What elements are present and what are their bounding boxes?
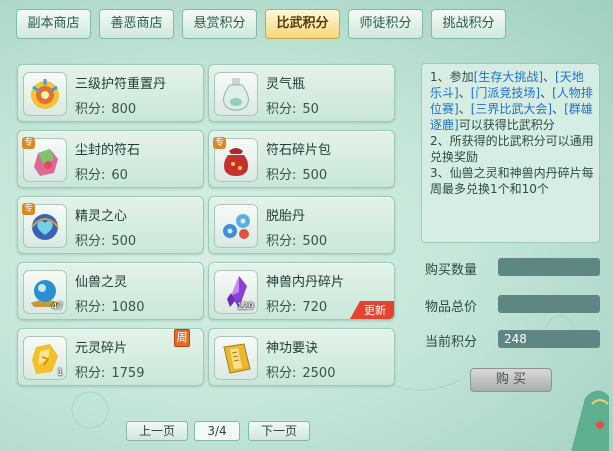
item-name: 脱胎丹 [266, 209, 306, 224]
update-tag: 更新 [350, 301, 394, 319]
item-icon-frame [214, 204, 258, 248]
item-card[interactable]: 专 符石碎片包 积分: 500 [208, 130, 395, 188]
shop-window: 副本商店 善恶商店 悬赏积分 比武积分 师徒积分 挑战积分 三级护符重置丹 积分… [0, 0, 613, 451]
item-icon-frame: 专 [22, 137, 67, 182]
quantity-label: 购买数量 [425, 263, 478, 278]
item-icon-frame: 1 [23, 336, 67, 380]
item-points: 积分: 500 [266, 234, 328, 249]
prev-page-button[interactable]: 上一页 [126, 421, 188, 441]
event-link[interactable]: [生存大挑战] [474, 70, 543, 84]
item-count: 129 [236, 302, 254, 312]
total-price-field [498, 295, 600, 313]
golden-pill-icon [31, 79, 59, 109]
item-card[interactable]: 47 仙兽之灵 积分: 1080 [17, 262, 204, 320]
item-points: 积分: 720 [266, 300, 328, 315]
tab-dungeon-shop[interactable]: 副本商店 [16, 9, 91, 39]
item-points: 积分: 1759 [75, 366, 145, 381]
next-page-button[interactable]: 下一页 [248, 421, 310, 441]
exclusive-badge: 专 [22, 203, 36, 215]
tab-bounty-points[interactable]: 悬赏积分 [182, 9, 257, 39]
item-points: 积分: 500 [266, 168, 328, 183]
item-icon-frame [214, 72, 258, 116]
item-name: 三级护符重置丹 [75, 77, 167, 92]
item-count: 47 [51, 302, 63, 312]
tab-challenge-points[interactable]: 挑战积分 [431, 9, 506, 39]
item-icon-frame: 专 [213, 137, 258, 182]
event-link[interactable]: [三界比武大会] [471, 102, 552, 116]
tab-good-evil-shop[interactable]: 善恶商店 [99, 9, 174, 39]
tab-mentor-points[interactable]: 师徒积分 [348, 9, 423, 39]
item-icon-frame [23, 72, 67, 116]
item-card[interactable]: 脱胎丹 积分: 500 [208, 196, 395, 254]
current-points-label: 当前积分 [425, 335, 478, 350]
item-card[interactable]: 三级护符重置丹 积分: 800 [17, 64, 204, 122]
item-card[interactable]: 专 尘封的符石 积分: 60 [17, 130, 204, 188]
item-points: 积分: 800 [75, 102, 137, 117]
item-name: 尘封的符石 [75, 143, 141, 158]
secret-manual-icon [223, 343, 251, 374]
tab-tournament-points[interactable]: 比武积分 [265, 9, 340, 39]
quantity-input[interactable] [498, 258, 600, 276]
item-points: 积分: 1080 [75, 300, 145, 315]
item-card[interactable]: 神功要诀 积分: 2500 [208, 328, 395, 386]
item-points: 积分: 60 [75, 168, 128, 183]
item-name: 仙兽之灵 [75, 275, 128, 290]
item-card[interactable]: 灵气瓶 积分: 50 [208, 64, 395, 122]
rebirth-pill-icon [223, 214, 250, 239]
item-name: 符石碎片包 [266, 143, 332, 158]
item-icon-frame: 专 [22, 203, 67, 248]
item-count: 1 [57, 368, 63, 378]
exclusive-badge: 专 [22, 137, 36, 149]
current-points-field: 248 [498, 330, 600, 348]
total-price-label: 物品总价 [425, 300, 478, 315]
rules-text: 1、参加[生存大挑战]、[天地乐斗]、[门派竞技场]、[人物排位赛]、[三界比武… [430, 70, 594, 196]
item-icon-frame [214, 336, 258, 380]
item-name: 精灵之心 [75, 209, 128, 224]
page-indicator: 3/4 [194, 421, 240, 441]
exclusive-badge: 专 [213, 137, 227, 149]
item-card[interactable]: 129 神兽内丹碎片 积分: 720 更新 [208, 262, 395, 320]
item-name: 神功要诀 [266, 341, 319, 356]
item-name: 元灵碎片 [75, 341, 128, 356]
item-name: 神兽内丹碎片 [266, 275, 345, 290]
buy-button[interactable]: 购 买 [470, 368, 552, 392]
item-points: 积分: 50 [266, 102, 319, 117]
rules-panel: 1、参加[生存大挑战]、[天地乐斗]、[门派竞技场]、[人物排位赛]、[三界比武… [421, 63, 600, 243]
item-name: 灵气瓶 [266, 77, 306, 92]
spirit-bottle-icon [223, 78, 249, 111]
weekly-limit-badge: 周 [174, 329, 190, 347]
item-points: 积分: 2500 [266, 366, 336, 381]
item-icon-frame: 129 [214, 270, 258, 314]
item-points: 积分: 500 [75, 234, 137, 249]
item-icon-frame: 47 [23, 270, 67, 314]
item-card[interactable]: 专 精灵之心 积分: 500 [17, 196, 204, 254]
event-link[interactable]: [门派竞技场] [471, 86, 540, 100]
